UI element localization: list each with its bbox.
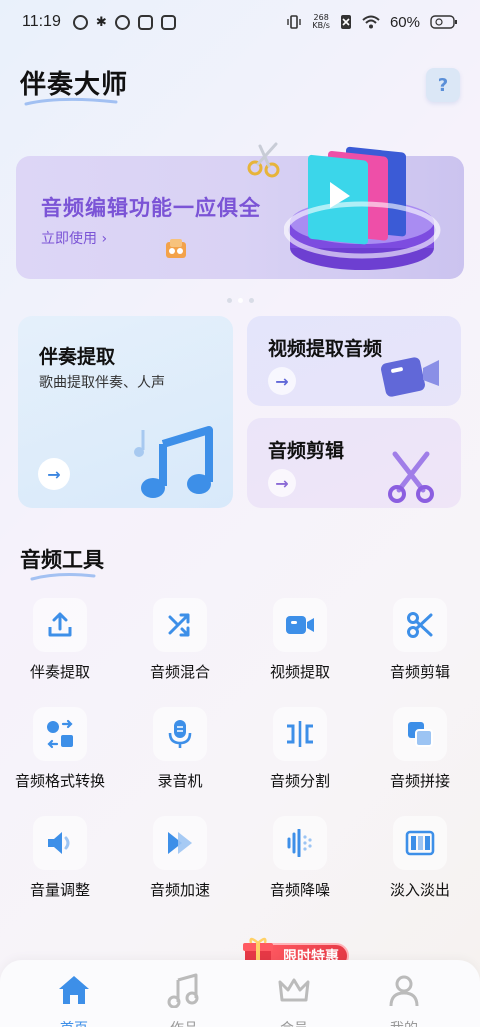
banner-cta-link[interactable]: 立即使用 › <box>41 228 107 248</box>
tool-audio-split[interactable]: 音频分割 <box>240 705 360 805</box>
cube-decoration-icon <box>166 239 186 258</box>
tool-label: 音频降噪 <box>269 881 330 899</box>
vibrate-icon <box>287 15 302 29</box>
music-note-illustration <box>134 426 213 498</box>
shuffle-icon <box>153 598 207 652</box>
battery-percent: 60% <box>389 13 420 31</box>
card-subtitle: 歌曲提取伴奏、人声 <box>39 375 165 391</box>
tool-label: 音频剪辑 <box>389 663 450 681</box>
bottom-navigation: 首页 作品 会员 我的 <box>0 960 480 1027</box>
promo-banner[interactable]: 音频编辑功能一应俱全 立即使用 › <box>16 142 464 279</box>
tool-audio-denoise[interactable]: 音频降噪 <box>240 814 360 914</box>
carousel-dot <box>248 298 254 303</box>
tool-label: 音频格式转换 <box>14 772 105 790</box>
speed-icon <box>153 816 207 870</box>
tool-audio-speed[interactable]: 音频加速 <box>120 814 240 914</box>
tool-label: 视频提取 <box>269 663 330 681</box>
status-bar: 11:19 ✱ 268 KB/s 60% <box>0 0 480 44</box>
video-camera-illustration <box>381 357 439 397</box>
arrow-right-icon[interactable]: → <box>38 458 70 490</box>
play-app-icon <box>160 14 176 30</box>
card-title: 视频提取音频 <box>268 338 383 360</box>
nav-home[interactable]: 首页 <box>14 960 134 1027</box>
nav-vip[interactable]: 会员 <box>234 960 354 1027</box>
tool-video-extract[interactable]: 视频提取 <box>240 596 360 696</box>
person-icon <box>389 975 419 1007</box>
carousel-dot <box>226 298 232 303</box>
arrow-right-icon[interactable]: → <box>268 367 296 395</box>
denoise-icon <box>273 816 327 870</box>
tool-label: 录音机 <box>157 772 203 790</box>
video-stack-illustration <box>284 146 441 270</box>
search-app-icon <box>137 14 153 30</box>
status-time: 11:19 <box>22 13 61 30</box>
net-speed-unit: KB/s <box>312 21 330 30</box>
nav-label: 作品 <box>124 1018 244 1027</box>
tool-label: 音量调整 <box>29 881 90 899</box>
help-button[interactable]: ? <box>426 68 460 102</box>
scissors-illustration <box>388 451 434 503</box>
tool-recorder[interactable]: 录音机 <box>120 705 240 805</box>
tool-audio-cut[interactable]: 音频剪辑 <box>360 596 480 696</box>
merge-icon <box>393 707 447 761</box>
sync-icon <box>72 14 88 30</box>
accompaniment-extract-card[interactable]: 伴奏提取 歌曲提取伴奏、人声 → <box>18 316 233 508</box>
nav-label: 会员 <box>234 1018 354 1027</box>
section-underline-decoration <box>30 573 96 581</box>
video-camera-icon <box>273 598 327 652</box>
bug-icon: ✱ <box>95 14 107 30</box>
upload-icon <box>33 598 87 652</box>
tool-fade-in-out[interactable]: 淡入淡出 <box>360 814 480 914</box>
video-extract-audio-card[interactable]: 视频提取音频 → <box>247 316 461 406</box>
volume-icon <box>33 816 87 870</box>
carousel-dot-active <box>237 298 243 303</box>
scissors-icon <box>393 598 447 652</box>
arrow-right-icon[interactable]: → <box>268 469 296 497</box>
chat-icon <box>114 14 130 30</box>
music-note-icon <box>167 973 199 1008</box>
carousel-indicator <box>0 298 480 303</box>
format-convert-icon <box>33 707 87 761</box>
nav-mine[interactable]: 我的 <box>344 960 464 1027</box>
nav-label: 我的 <box>344 1018 464 1027</box>
split-icon <box>273 707 327 761</box>
tool-label: 音频加速 <box>149 881 210 899</box>
tool-volume-adjust[interactable]: 音量调整 <box>0 814 120 914</box>
net-speed: 268 KB/s <box>312 14 330 30</box>
tool-label: 音频拼接 <box>389 772 450 790</box>
tool-format-convert[interactable]: 音频格式转换 <box>0 705 120 805</box>
tool-audio-merge[interactable]: 音频拼接 <box>360 705 480 805</box>
tool-audio-mix[interactable]: 音频混合 <box>120 596 240 696</box>
banner-title: 音频编辑功能一应俱全 <box>41 196 261 220</box>
tool-accompaniment-extract[interactable]: 伴奏提取 <box>0 596 120 696</box>
tool-label: 淡入淡出 <box>389 881 450 899</box>
tool-label: 音频混合 <box>149 663 210 681</box>
card-title: 音频剪辑 <box>268 440 345 462</box>
tool-label: 伴奏提取 <box>29 663 90 681</box>
audio-edit-card[interactable]: 音频剪辑 → <box>247 418 461 508</box>
scissors-decoration-icon <box>247 142 280 178</box>
nav-label: 首页 <box>14 1018 134 1027</box>
wifi-icon <box>362 15 380 29</box>
battery-icon <box>430 15 457 29</box>
card-title: 伴奏提取 <box>39 346 116 368</box>
crown-icon <box>278 978 310 1002</box>
tool-label: 音频分割 <box>269 772 330 790</box>
title-underline-decoration <box>24 97 118 106</box>
microphone-icon <box>153 707 207 761</box>
fade-icon <box>393 816 447 870</box>
nav-works[interactable]: 作品 <box>124 960 244 1027</box>
no-sim-icon <box>340 15 351 29</box>
home-icon <box>59 976 89 1004</box>
